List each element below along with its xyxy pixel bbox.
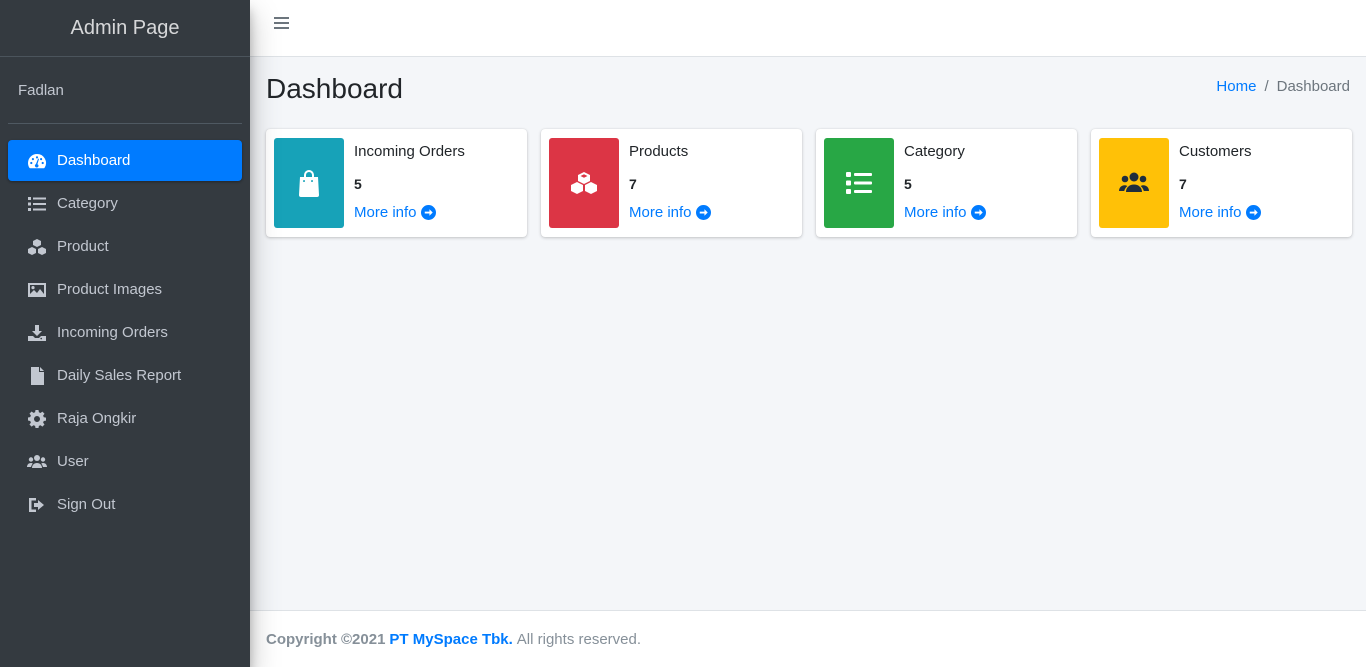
info-box-value: 5 [904, 176, 912, 192]
sidebar-item-label: User [57, 453, 89, 470]
breadcrumb: Home / Dashboard [1216, 78, 1350, 95]
list-icon [846, 172, 872, 194]
info-box-products: Products 7 More info [541, 129, 802, 237]
info-box-incoming-orders: Incoming Orders 5 More info [266, 129, 527, 237]
more-info-label: More info [629, 204, 692, 221]
tachometer-icon [26, 151, 48, 171]
users-icon [26, 452, 48, 472]
sidebar-item-label: Product [57, 238, 109, 255]
info-box-title: Products [629, 143, 689, 160]
shopping-bag-icon [299, 170, 319, 197]
info-box-value: 7 [1179, 176, 1187, 192]
sidebar-item-label: Product Images [57, 281, 163, 298]
info-box-icon [274, 138, 344, 228]
sidebar: Admin Page Fadlan Dashboard Category Pro… [0, 0, 250, 667]
list-icon [26, 194, 48, 214]
sidebar-item-product[interactable]: Product [8, 226, 242, 267]
arrow-circle-right-icon [1245, 205, 1261, 220]
info-box-customers: Customers 7 More info [1091, 129, 1352, 237]
info-box-icon [1099, 138, 1169, 228]
breadcrumb-separator: / [1264, 78, 1269, 95]
cubes-icon [26, 237, 48, 257]
sidebar-item-product-images[interactable]: Product Images [8, 269, 242, 310]
user-panel: Fadlan [8, 57, 242, 124]
sidebar-item-incoming-orders[interactable]: Incoming Orders [8, 312, 242, 353]
brand-title[interactable]: Admin Page [0, 0, 250, 57]
sidebar-nav: Dashboard Category Product Product Image… [0, 124, 250, 525]
more-info-link[interactable]: More info [904, 204, 986, 221]
sidebar-item-label: Dashboard [57, 152, 131, 169]
cubes-icon [571, 172, 597, 194]
image-icon [26, 280, 48, 300]
sidebar-item-sign-out[interactable]: Sign Out [8, 484, 242, 525]
sidebar-item-label: Daily Sales Report [57, 367, 182, 384]
sidebar-item-label: Incoming Orders [57, 324, 168, 341]
sidebar-item-daily-sales-report[interactable]: Daily Sales Report [8, 355, 242, 396]
more-info-link[interactable]: More info [629, 204, 711, 221]
more-info-link[interactable]: More info [1179, 204, 1261, 221]
info-box-value: 5 [354, 176, 362, 192]
info-box-title: Customers [1179, 143, 1252, 160]
breadcrumb-home-link[interactable]: Home [1216, 78, 1256, 95]
footer-company-link[interactable]: PT MySpace Tbk. [389, 631, 512, 648]
more-info-link[interactable]: More info [354, 204, 436, 221]
breadcrumb-current: Dashboard [1276, 78, 1350, 95]
file-icon [26, 366, 48, 386]
info-box-title: Incoming Orders [354, 143, 465, 160]
sign-out-icon [26, 495, 48, 515]
info-box-value: 7 [629, 176, 637, 192]
more-info-label: More info [354, 204, 417, 221]
footer-copyright: Copyright ©2021 [266, 630, 386, 648]
info-box-icon [549, 138, 619, 228]
arrow-circle-right-icon [695, 205, 711, 220]
footer-rights: All rights reserved. [516, 630, 642, 648]
page-title: Dashboard [266, 73, 403, 104]
gear-icon [26, 409, 48, 429]
user-name[interactable]: Fadlan [18, 82, 64, 99]
top-navbar [250, 0, 1366, 57]
footer: Copyright ©2021 PT MySpace Tbk. All righ… [250, 610, 1366, 667]
hamburger-menu-icon[interactable] [274, 15, 290, 31]
arrow-circle-right-icon [420, 205, 436, 220]
info-box-icon [824, 138, 894, 228]
more-info-label: More info [904, 204, 967, 221]
sidebar-item-label: Sign Out [57, 496, 116, 513]
download-icon [26, 323, 48, 343]
sidebar-item-dashboard[interactable]: Dashboard [8, 140, 242, 181]
sidebar-item-raja-ongkir[interactable]: Raja Ongkir [8, 398, 242, 439]
sidebar-item-label: Raja Ongkir [57, 410, 137, 427]
more-info-label: More info [1179, 204, 1242, 221]
sidebar-item-user[interactable]: User [8, 441, 242, 482]
sidebar-item-category[interactable]: Category [8, 183, 242, 224]
info-box-category: Category 5 More info [816, 129, 1077, 237]
arrow-circle-right-icon [970, 205, 986, 220]
users-icon [1119, 172, 1149, 192]
sidebar-item-label: Category [57, 195, 118, 212]
info-box-title: Category [904, 143, 965, 160]
